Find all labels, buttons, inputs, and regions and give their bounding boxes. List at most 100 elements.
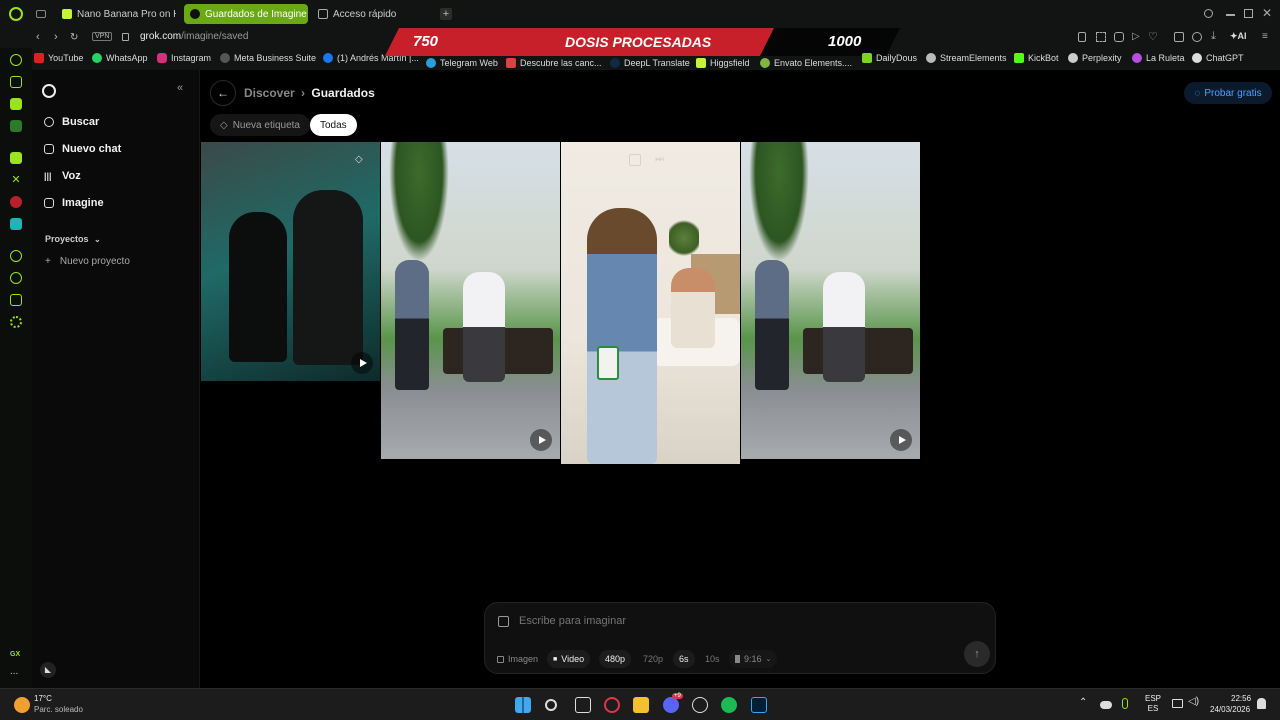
volume-icon[interactable]: ◁): [1188, 696, 1199, 707]
snapshot-icon[interactable]: [1096, 32, 1106, 42]
prompt-input[interactable]: [519, 611, 919, 631]
back-button[interactable]: ←: [210, 80, 236, 106]
clock-date[interactable]: 24/03/2026: [1210, 705, 1250, 714]
image-mode-option[interactable]: Imagen: [491, 650, 544, 668]
bookmark-la-ruleta[interactable]: La Ruleta: [1132, 53, 1185, 63]
gallery-item-park-2[interactable]: [741, 142, 920, 459]
user-avatar[interactable]: ◣: [40, 662, 56, 678]
skip-icon[interactable]: ⏭: [655, 154, 664, 165]
workspaces-icon[interactable]: [36, 10, 46, 18]
onedrive-icon[interactable]: [1100, 701, 1112, 709]
reload-icon[interactable]: ↻: [70, 32, 78, 43]
download-icon[interactable]: ⤓: [1211, 30, 1216, 43]
account-icon[interactable]: [1192, 32, 1202, 42]
all-filter-chip[interactable]: Todas: [310, 114, 357, 136]
network-icon[interactable]: [1172, 699, 1183, 708]
bookmark-deepl[interactable]: DeepL Translate: [610, 58, 690, 68]
gallery-item-graffiti[interactable]: ◇: [201, 142, 380, 381]
bookmark-telegram[interactable]: Telegram Web: [426, 58, 498, 68]
bookmark-perplexity[interactable]: Perplexity: [1068, 53, 1122, 63]
gx-corner-icon[interactable]: [10, 98, 22, 110]
bookmark-streamelements[interactable]: StreamElements: [926, 53, 1007, 63]
breadcrumb-discover[interactable]: Discover: [244, 86, 295, 100]
opera-logo-icon[interactable]: [9, 7, 23, 21]
copy-icon[interactable]: [629, 154, 641, 166]
show-hidden-icons[interactable]: ⌃: [1079, 697, 1087, 708]
search-icon[interactable]: [545, 699, 557, 711]
new-tab-plus-icon[interactable]: +: [440, 8, 452, 20]
forward-icon[interactable]: ›: [54, 31, 58, 43]
photoshop-icon[interactable]: [751, 697, 767, 713]
tab-acceso-rapido[interactable]: Acceso rápido: [312, 4, 432, 24]
play-icon[interactable]: [351, 352, 373, 374]
pin-icon[interactable]: [1078, 32, 1086, 42]
bookmark-instagram[interactable]: Instagram: [157, 53, 211, 63]
bookmark-whatsapp[interactable]: WhatsApp: [92, 53, 148, 63]
ai-button[interactable]: ✦AI: [1230, 31, 1247, 42]
bookmark-higgsfield[interactable]: Higgsfield: [696, 58, 750, 68]
windows-start-icon[interactable]: [515, 697, 531, 713]
bookmark-youtube[interactable]: YouTube: [34, 53, 83, 63]
play-icon[interactable]: [530, 429, 552, 451]
spotify-icon[interactable]: [721, 697, 737, 713]
bookmark-kickbot[interactable]: KickBot: [1014, 53, 1059, 63]
attach-image-icon[interactable]: [498, 616, 509, 627]
more-icon[interactable]: ...: [10, 666, 18, 677]
bookmark-envato[interactable]: Envato Elements....: [760, 58, 852, 68]
play-icon[interactable]: [890, 429, 912, 451]
extensions-icon[interactable]: [1174, 32, 1184, 42]
close-window-icon[interactable]: ✕: [1262, 6, 1272, 20]
clock-time[interactable]: 22:56: [1231, 694, 1251, 703]
x-icon[interactable]: ✕: [10, 174, 22, 186]
nav-nuevo-chat[interactable]: Nuevo chat: [44, 143, 121, 155]
search-tabs-icon[interactable]: [1204, 9, 1213, 18]
gallery-item-park-1[interactable]: [381, 142, 560, 459]
instagram-rail-icon[interactable]: [10, 196, 22, 208]
nav-imagine[interactable]: Imagine: [44, 197, 104, 209]
collapse-sidebar-icon[interactable]: «: [177, 82, 183, 94]
duration-10s-option[interactable]: 10s: [699, 650, 726, 668]
new-tag-chip[interactable]: ◇ Nueva etiqueta: [210, 114, 310, 136]
player-icon[interactable]: ▷: [1132, 31, 1140, 42]
aspect-ratio-select[interactable]: 9:16 ⌄: [729, 650, 778, 668]
minimize-icon[interactable]: [1226, 14, 1235, 16]
try-free-button[interactable]: ◌ Probar gratis: [1184, 82, 1272, 104]
video-mode-option[interactable]: ■ Video: [547, 650, 591, 668]
gmail-icon[interactable]: [10, 120, 22, 132]
duration-6s-option[interactable]: 6s: [673, 650, 695, 668]
bookmark-dailydous[interactable]: DailyDous: [862, 53, 917, 63]
twitch-icon[interactable]: [10, 152, 22, 164]
extensions-rail-icon[interactable]: [10, 294, 22, 306]
bookmark-descubre[interactable]: Descubre las canc...: [506, 58, 602, 68]
tab-guardados[interactable]: Guardados de Imagine - G: [184, 4, 308, 24]
grok-logo-icon[interactable]: [42, 84, 56, 98]
clock-app-icon[interactable]: [692, 697, 708, 713]
adblock-icon[interactable]: [1114, 32, 1124, 42]
weather-icon[interactable]: [14, 697, 30, 713]
discord-icon[interactable]: [663, 697, 679, 713]
nav-buscar[interactable]: Buscar: [44, 116, 99, 128]
aria-icon[interactable]: [10, 54, 22, 66]
microphone-icon[interactable]: [1122, 698, 1128, 709]
tab-nano-banana[interactable]: Nano Banana Pro on Higgs: [56, 4, 176, 24]
new-project-link[interactable]: + Nuevo proyecto: [45, 256, 130, 267]
resolution-720-option[interactable]: 720p: [637, 650, 669, 668]
resolution-480-option[interactable]: 480p: [599, 650, 632, 668]
projects-header[interactable]: Proyectos ⌄: [45, 234, 101, 244]
back-icon[interactable]: ‹: [36, 31, 40, 43]
maximize-icon[interactable]: [1244, 9, 1253, 18]
notifications-icon[interactable]: [1257, 698, 1266, 709]
history-icon[interactable]: [10, 272, 22, 284]
bookmark-chatgpt[interactable]: ChatGPT: [1192, 53, 1244, 63]
opera-gx-icon[interactable]: [604, 697, 620, 713]
bookmark-meta-business[interactable]: Meta Business Suite: [220, 53, 316, 63]
submit-button[interactable]: ↑: [964, 641, 990, 667]
settings-icon[interactable]: [10, 316, 22, 328]
vpn-badge[interactable]: VPN: [92, 32, 113, 41]
nav-voz[interactable]: ||| Voz: [44, 170, 81, 182]
menu-icon[interactable]: ≡: [1262, 31, 1268, 42]
tag-icon[interactable]: ◇: [355, 154, 363, 165]
task-view-icon[interactable]: [575, 697, 591, 713]
language-indicator[interactable]: ESP ES: [1145, 694, 1161, 714]
gx-label[interactable]: GX: [10, 651, 20, 658]
